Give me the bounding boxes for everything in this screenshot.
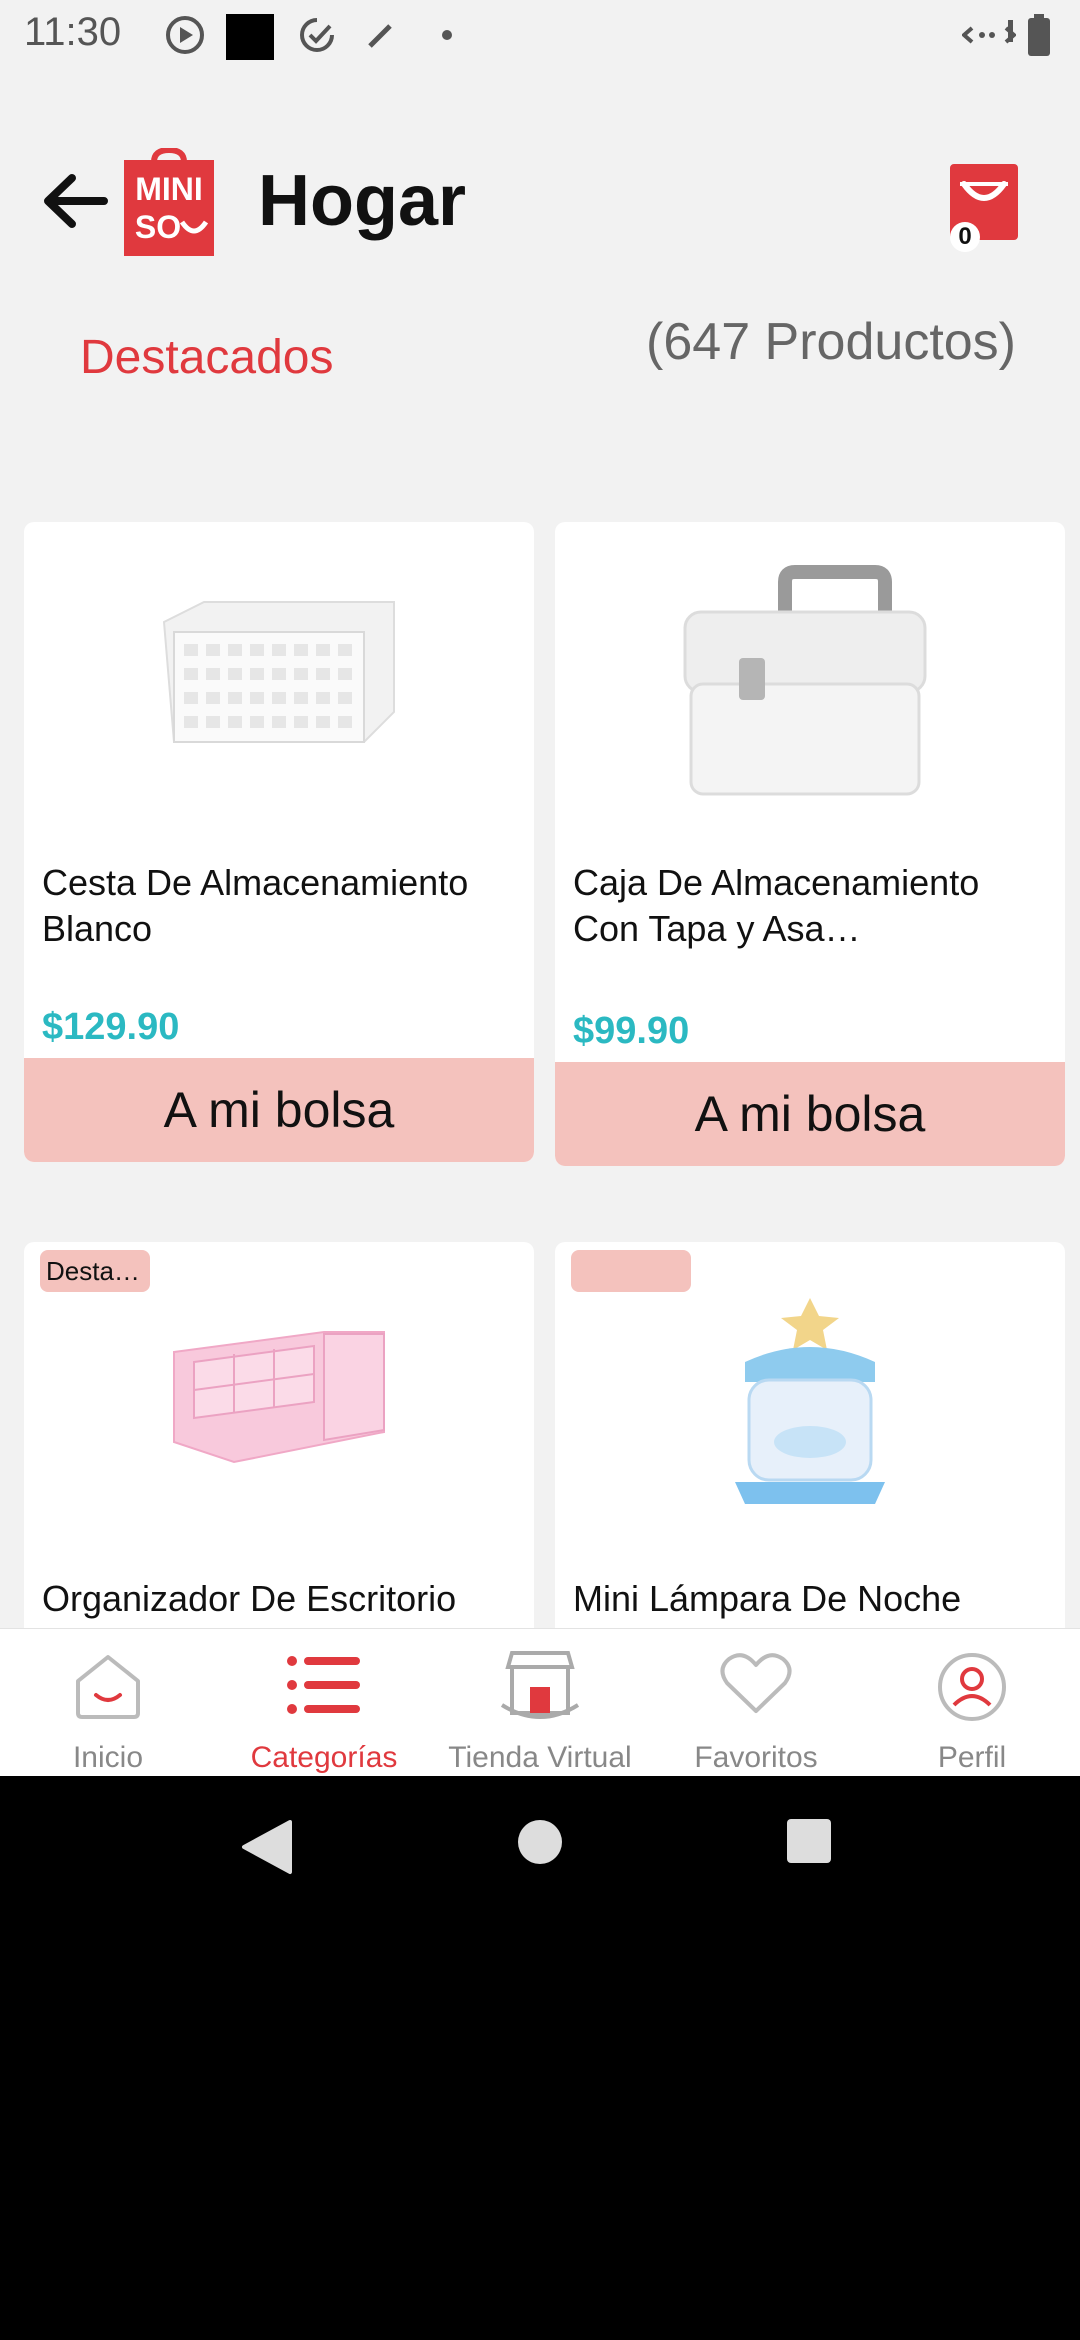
more-dot-icon — [442, 30, 452, 40]
screen: 11:30 MINI SO Hogar 0 Destacados (647 Pr… — [0, 0, 1080, 1776]
app-notification-icon — [226, 14, 274, 60]
categories-icon — [287, 1656, 360, 1714]
status-time: 11:30 — [24, 10, 122, 54]
back-arrow-icon[interactable] — [40, 170, 110, 232]
nav-item-tienda-virtual[interactable]: Tienda Virtual — [432, 1629, 648, 1776]
nav-item-perfil[interactable]: Perfil — [864, 1629, 1080, 1776]
product-name[interactable]: Caja De Almacenamiento Con Tapa y Asa Tr… — [573, 860, 1033, 952]
miniso-logo[interactable]: MINI SO — [124, 146, 214, 256]
logo-text-so: SO — [135, 209, 181, 245]
product-name[interactable]: Organizador De Escritorio — [42, 1576, 502, 1622]
product-image — [735, 1298, 885, 1504]
heart-icon — [720, 1653, 792, 1713]
system-home-icon[interactable] — [516, 1818, 564, 1866]
system-nav-bar — [0, 1776, 1080, 1916]
nav-label: Perfil — [937, 1741, 1007, 1774]
home-icon — [76, 1655, 140, 1719]
system-recents-icon[interactable] — [786, 1818, 832, 1864]
play-icon — [166, 16, 204, 54]
battery-icon — [1028, 14, 1050, 56]
bag-count-badge: 0 — [950, 222, 980, 252]
add-to-bag-button[interactable]: A mi bolsa — [24, 1058, 534, 1162]
product-price: $99.90 — [573, 1010, 690, 1052]
nav-label: Tienda Virtual — [448, 1741, 632, 1774]
product-name[interactable]: Mini Lámpara De Noche — [573, 1576, 1033, 1622]
status-bar: 11:30 — [0, 0, 1080, 72]
nav-item-categorias[interactable]: Categorías — [216, 1629, 432, 1776]
product-price: $129.90 — [42, 1006, 180, 1048]
nav-label: Favoritos — [694, 1741, 818, 1774]
product-image — [162, 601, 395, 743]
product-card[interactable]: Cesta De Almacenamiento Blanco $129.90 A… — [24, 522, 534, 1162]
profile-icon — [938, 1653, 1006, 1721]
product-name[interactable]: Cesta De Almacenamiento Blanco — [42, 860, 502, 952]
add-to-bag-button[interactable]: A mi bolsa — [555, 1062, 1065, 1166]
sort-dropdown[interactable]: Destacados — [80, 330, 333, 385]
nav-label: Inicio — [72, 1741, 144, 1774]
product-count: (647 Productos) — [646, 313, 1016, 371]
leaf-icon — [368, 24, 392, 48]
nav-item-inicio[interactable]: Inicio — [0, 1629, 216, 1776]
product-image — [683, 565, 927, 796]
logo-text-mini: MINI — [135, 171, 203, 207]
product-image — [173, 1331, 385, 1464]
bottom-nav: Inicio Categorías Tienda Virtual Favorit… — [0, 1628, 1080, 1776]
page-title: Hogar — [258, 161, 467, 241]
check-circle-icon — [300, 18, 334, 52]
product-card[interactable]: Caja De Almacenamiento Con Tapa y Asa Tr… — [555, 522, 1065, 1166]
product-card[interactable]: Mini Lámpara De Noche — [555, 1242, 1065, 1662]
nav-item-favoritos[interactable]: Favoritos — [648, 1629, 864, 1776]
system-back-icon[interactable] — [240, 1818, 294, 1876]
network-icon — [962, 20, 1016, 44]
store-icon — [500, 1651, 580, 1719]
product-card[interactable]: Destacado Organizador De Escritorio — [24, 1242, 534, 1662]
nav-label: Categorías — [250, 1741, 398, 1774]
